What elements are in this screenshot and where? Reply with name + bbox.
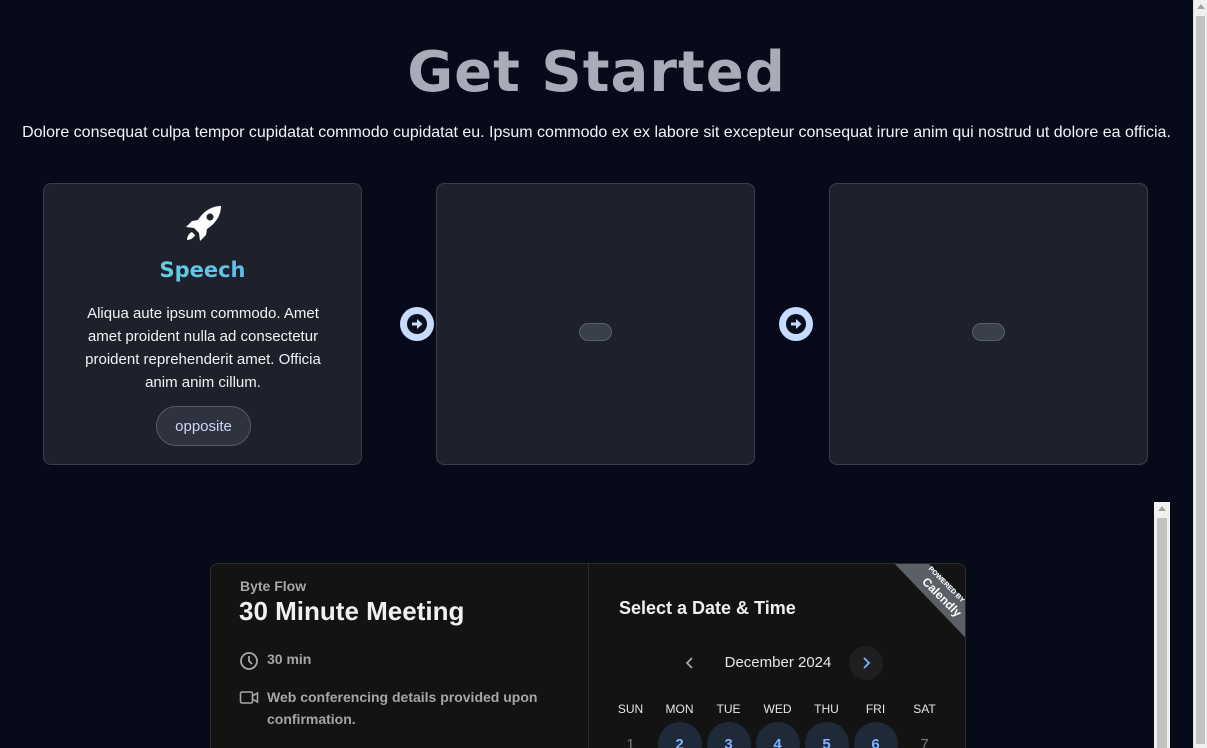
video-camera-icon — [239, 691, 259, 704]
scrollbar-thumb[interactable] — [1157, 518, 1167, 748]
calendar-day-available[interactable]: 3 — [704, 722, 753, 748]
card-action-button[interactable]: opposite — [156, 406, 251, 446]
rocket-icon — [186, 206, 221, 241]
scroll-up-icon[interactable] — [1158, 506, 1166, 511]
current-month: December 2024 — [724, 654, 832, 671]
page-title: Get Started — [407, 40, 786, 105]
conferencing-text: Web conferencing details provided upon c… — [267, 689, 538, 727]
weekday-label: SAT — [913, 702, 936, 716]
previous-month-button[interactable] — [673, 646, 707, 680]
calendar-day-available[interactable]: 6 — [851, 722, 900, 748]
scroll-up-icon[interactable] — [1197, 4, 1205, 9]
scheduler-widget: Byte Flow 30 Minute Meeting 30 min Web c… — [210, 563, 966, 748]
powered-by-calendly-badge[interactable]: POWERED BY Calendly — [855, 563, 966, 670]
conferencing-detail: Web conferencing details provided upon c… — [239, 686, 559, 730]
clock-icon — [240, 652, 258, 670]
weekday-label: FRI — [865, 702, 886, 716]
page-scrollbar[interactable] — [1193, 0, 1207, 748]
get-started-page: Get Started Dolore consequat culpa tempo… — [0, 0, 1207, 748]
weekday-label: WED — [763, 702, 792, 716]
calendar-day-unavailable: 1 — [626, 735, 635, 748]
calendar-day-available[interactable]: 4 — [753, 722, 802, 748]
scrollbar-thumb[interactable] — [1196, 16, 1205, 744]
organization-name: Byte Flow — [240, 578, 307, 594]
panel-divider — [588, 564, 589, 748]
card-description: Aliqua aute ipsum commodo. Amet amet pro… — [85, 305, 321, 391]
loading-placeholder — [972, 323, 1005, 341]
arrow-right-icon — [400, 307, 434, 341]
event-name: 30 Minute Meeting — [239, 596, 465, 626]
select-date-title: Select a Date & Time — [619, 598, 796, 618]
calendar-week-row: 1 2 3 4 5 6 7 — [606, 722, 951, 748]
loading-placeholder — [579, 323, 612, 341]
weekday-label: THU — [814, 702, 839, 716]
duration-text: 30 min — [267, 651, 312, 667]
card-title: Speech — [44, 258, 361, 282]
embed-scrollbar[interactable] — [1154, 502, 1170, 748]
calendar-day-available[interactable]: 2 — [655, 722, 704, 748]
weekday-label: TUE — [716, 702, 741, 716]
month-navigator: December 2024 — [673, 646, 883, 680]
calendar-day-unavailable: 7 — [920, 735, 929, 748]
weekday-header: SUN MON TUE WED THU FRI SAT — [606, 702, 951, 716]
arrow-right-icon — [779, 307, 813, 341]
duration-detail: 30 min — [239, 651, 311, 671]
chevron-left-icon — [685, 657, 693, 669]
calendar-day-available[interactable]: 5 — [802, 722, 851, 748]
page-subtitle: Dolore consequat culpa tempor cupidatat … — [22, 124, 1171, 141]
step-card-speech: Speech Aliqua aute ipsum commodo. Amet a… — [43, 183, 362, 465]
weekday-label: MON — [665, 702, 694, 716]
weekday-label: SUN — [617, 702, 644, 716]
step-card-placeholder-2 — [436, 183, 755, 465]
step-card-placeholder-3 — [829, 183, 1148, 465]
